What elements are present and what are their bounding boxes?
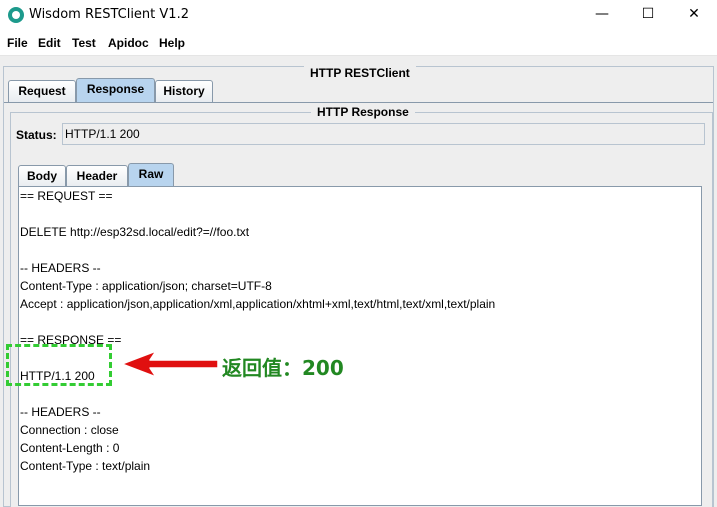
raw-line: Content-Length : 0	[20, 441, 120, 455]
raw-line: -- HEADERS --	[20, 261, 101, 275]
maximize-button[interactable]: ☐	[625, 0, 671, 30]
raw-line: DELETE http://esp32sd.local/edit?=//foo.…	[20, 225, 250, 239]
app-body: HTTP RESTClient Request Response History…	[0, 56, 717, 507]
tab-response[interactable]: Response	[76, 78, 155, 102]
raw-line: Accept : application/json,application/xm…	[20, 297, 496, 311]
panel-title: HTTP RESTClient	[304, 66, 416, 80]
tab-request[interactable]: Request	[8, 80, 76, 102]
tab-divider	[4, 102, 713, 103]
title-bar: Wisdom RESTClient V1.2 — ☐ ✕	[0, 0, 717, 30]
tab-header[interactable]: Header	[66, 165, 128, 187]
app-logo-icon	[8, 7, 24, 23]
raw-line: Content-Type : application/json; charset…	[20, 279, 272, 293]
http-response-panel: HTTP Response Status: HTTP/1.1 200 Body …	[10, 105, 713, 507]
response-panel-title: HTTP Response	[311, 105, 415, 119]
menu-edit[interactable]: Edit	[38, 36, 61, 50]
menu-apidoc[interactable]: Apidoc	[108, 36, 149, 50]
menu-help[interactable]: Help	[159, 36, 185, 50]
raw-line: == REQUEST ==	[20, 189, 113, 203]
minimize-button[interactable]: —	[579, 0, 625, 30]
tab-body[interactable]: Body	[18, 165, 66, 187]
response-status-highlight	[6, 344, 112, 386]
rest-client-panel: HTTP RESTClient Request Response History…	[3, 66, 714, 507]
status-label: Status:	[16, 128, 57, 142]
menu-test[interactable]: Test	[72, 36, 96, 50]
raw-line: -- HEADERS --	[20, 405, 101, 419]
raw-line: Connection : close	[20, 423, 119, 437]
menu-bar: File Edit Test Apidoc Help	[0, 30, 717, 56]
raw-text-area[interactable]: == REQUEST == DELETE http://esp32sd.loca…	[18, 186, 702, 506]
tab-raw[interactable]: Raw	[128, 163, 174, 187]
raw-line: Content-Type : text/plain	[20, 459, 151, 473]
red-arrow-icon	[121, 350, 219, 378]
close-button[interactable]: ✕	[671, 0, 717, 30]
status-field[interactable]: HTTP/1.1 200	[62, 123, 705, 145]
menu-file[interactable]: File	[7, 36, 28, 50]
annotation-label: 返回值：200	[222, 356, 344, 380]
tab-history[interactable]: History	[155, 80, 213, 102]
window-title: Wisdom RESTClient V1.2	[29, 7, 189, 22]
